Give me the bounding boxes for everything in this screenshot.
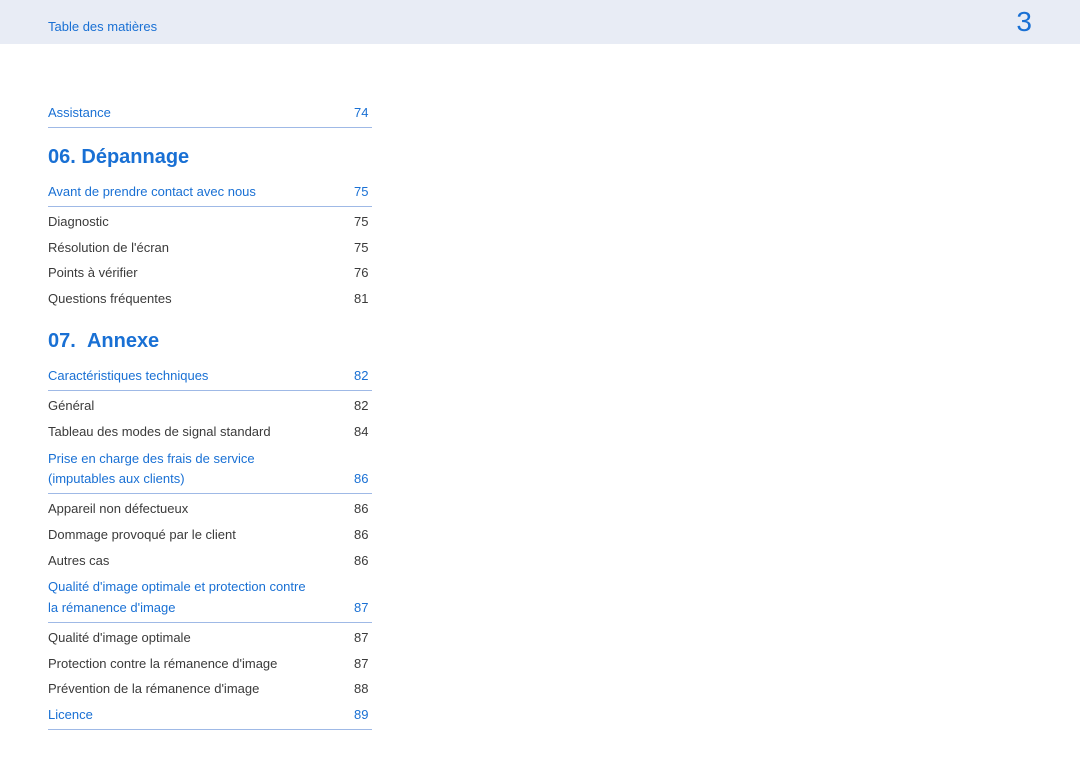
toc-entry-page: 86 [354,470,372,489]
toc-entry-label: Avant de prendre contact avec nous [48,183,314,202]
toc-link[interactable]: Qualité d'image optimale et protection c… [48,573,372,622]
header-title: Table des matières [48,11,157,34]
toc-content: Assistance 74 06. Dépannage Avant de pre… [0,44,420,730]
section-heading-07: 07. Annexe [48,330,372,353]
toc-entry[interactable]: Dommage provoqué par le client 86 [48,522,372,548]
toc-entry[interactable]: Tableau des modes de signal standard 84 [48,419,372,445]
toc-entry-page: 74 [354,104,372,123]
toc-entry-page: 76 [354,264,372,283]
toc-entry-label: Dommage provoqué par le client [48,526,314,545]
toc-entry-label: Autres cas [48,552,314,571]
toc-entry[interactable]: Diagnostic 75 [48,209,372,235]
toc-entry-page: 87 [354,655,372,674]
toc-entry[interactable]: Autres cas 86 [48,548,372,574]
page-number: 3 [1016,6,1032,38]
toc-entry-page: 75 [354,213,372,232]
toc-entry[interactable]: Questions fréquentes 81 [48,286,372,312]
toc-entry-label: Appareil non défectueux [48,500,314,519]
page-header: Table des matières 3 [0,0,1080,44]
toc-entry-label: Questions fréquentes [48,290,314,309]
section-title: Annexe [87,330,159,352]
toc-entry[interactable]: Résolution de l'écran 75 [48,235,372,261]
toc-entry-page: 89 [354,706,372,725]
toc-entry-label: Diagnostic [48,213,314,232]
toc-entry-page: 75 [354,239,372,258]
toc-entry-label: Qualité d'image optimale [48,629,314,648]
toc-link[interactable]: Licence 89 [48,702,372,730]
section-number: 07. [48,330,76,352]
toc-entry-page: 81 [354,290,372,309]
toc-entry-label: Assistance [48,104,314,123]
toc-entry-label: Protection contre la rémanence d'image [48,655,314,674]
toc-entry-page: 87 [354,599,372,618]
toc-entry-page: 86 [354,552,372,571]
toc-link[interactable]: Caractéristiques techniques 82 [48,363,372,391]
toc-link-assistance[interactable]: Assistance 74 [48,100,372,128]
toc-entry-page: 82 [354,367,372,386]
toc-entry-label: Général [48,397,314,416]
toc-entry-label: Prise en charge des frais de service (im… [48,449,314,489]
toc-entry-page: 75 [354,183,372,202]
toc-entry-label: Prévention de la rémanence d'image [48,680,314,699]
toc-entry[interactable]: Appareil non défectueux 86 [48,496,372,522]
toc-entry-label: Points à vérifier [48,264,314,283]
section-heading-06: 06. Dépannage [48,146,372,169]
toc-entry[interactable]: Général 82 [48,393,372,419]
toc-link[interactable]: Prise en charge des frais de service (im… [48,445,372,494]
toc-entry[interactable]: Points à vérifier 76 [48,260,372,286]
toc-entry[interactable]: Qualité d'image optimale 87 [48,625,372,651]
toc-entry-label: Tableau des modes de signal standard [48,423,314,442]
toc-entry-page: 82 [354,397,372,416]
toc-entry-page: 86 [354,526,372,545]
toc-entry[interactable]: Prévention de la rémanence d'image 88 [48,676,372,702]
toc-entry-page: 87 [354,629,372,648]
toc-entry-page: 86 [354,500,372,519]
toc-entry-label: Résolution de l'écran [48,239,314,258]
toc-entry[interactable]: Protection contre la rémanence d'image 8… [48,651,372,677]
toc-link[interactable]: Avant de prendre contact avec nous 75 [48,179,372,207]
toc-entry-label: Licence [48,706,314,725]
toc-entry-page: 88 [354,680,372,699]
section-title: Dépannage [81,146,189,168]
toc-entry-label: Caractéristiques techniques [48,367,314,386]
toc-entry-page: 84 [354,423,372,442]
section-number: 06. [48,146,76,168]
toc-entry-label: Qualité d'image optimale et protection c… [48,577,314,617]
